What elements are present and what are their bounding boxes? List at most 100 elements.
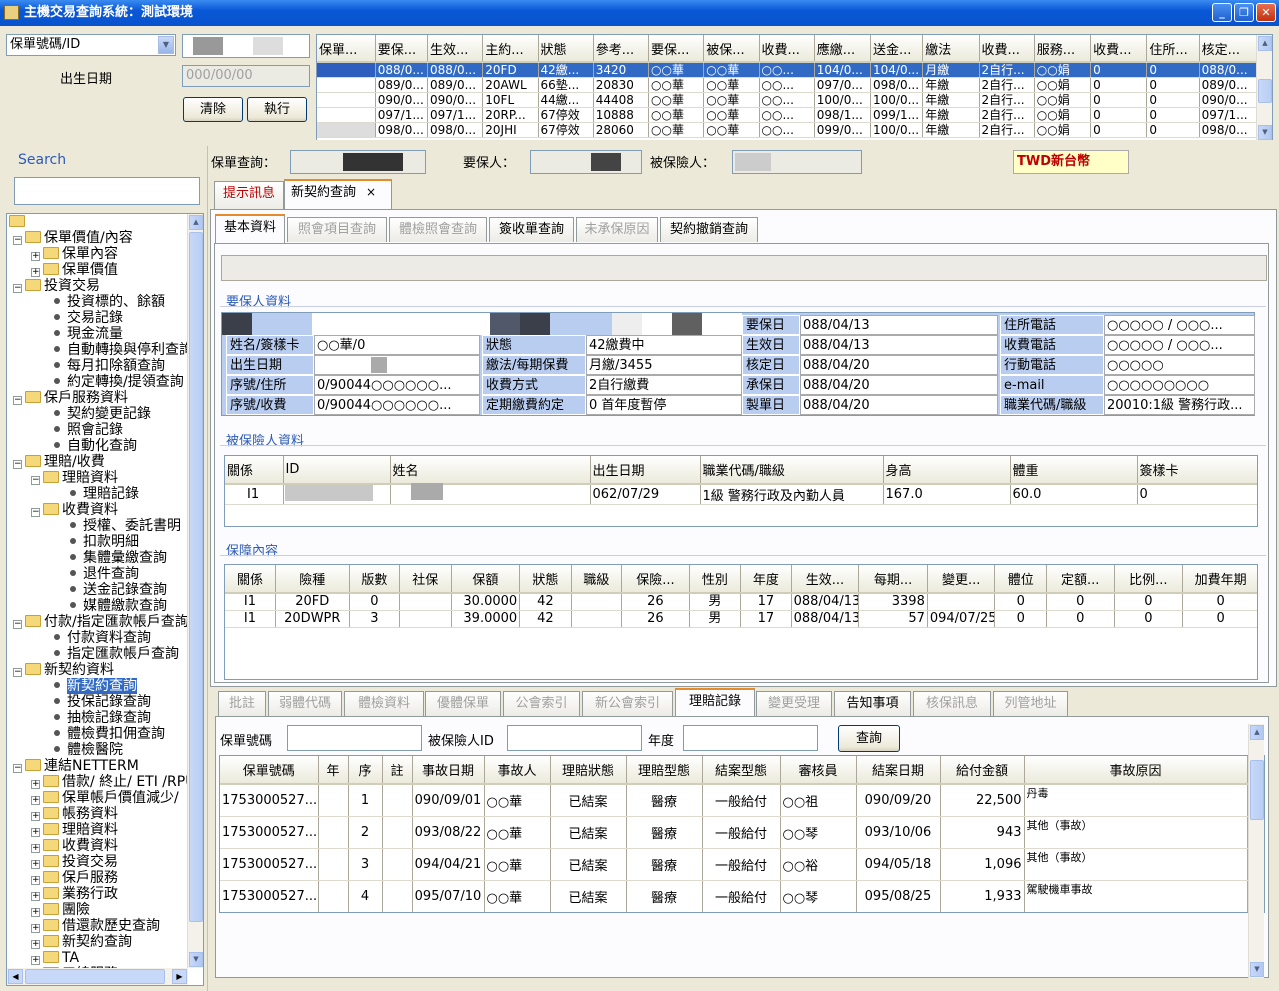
column-header[interactable]: 體位 bbox=[994, 565, 1047, 594]
scroll-thumb[interactable] bbox=[1250, 760, 1264, 820]
table-row[interactable]: 1753000527... 1 090/09/01 ○○華 已結案 醫療 一般給付 ○○祖 09… bbox=[220, 784, 1248, 817]
table-row[interactable]: 089/0... 089/0... 20AWL 66墊... 20830 ○○華 ○○華 ○○… bbox=[317, 77, 1258, 93]
tab-notice[interactable]: 提示訊息 bbox=[214, 181, 284, 210]
expand-icon[interactable]: + bbox=[31, 780, 40, 789]
tree-node[interactable]: + 投資交易 bbox=[31, 854, 118, 870]
column-header[interactable]: 年 bbox=[318, 756, 349, 785]
search-keyword-input[interactable] bbox=[182, 34, 310, 58]
splitter[interactable] bbox=[316, 140, 1273, 144]
expand-icon[interactable]: + bbox=[31, 908, 40, 917]
tree-node[interactable]: 契約變更記錄 bbox=[49, 406, 151, 422]
collapse-icon[interactable]: − bbox=[13, 460, 22, 469]
expand-icon[interactable]: + bbox=[31, 812, 40, 821]
column-header[interactable]: 保險... bbox=[621, 565, 690, 594]
column-header[interactable]: 生效... bbox=[427, 35, 484, 63]
expand-icon[interactable]: + bbox=[31, 796, 40, 805]
tree-node[interactable]: 現金流量 bbox=[49, 326, 123, 342]
column-header[interactable]: 事故原因 bbox=[1024, 756, 1248, 785]
tree-node[interactable]: 新契約查詢 bbox=[49, 678, 137, 694]
execute-button[interactable]: 執行 bbox=[247, 97, 307, 122]
tree-node[interactable]: 送金記錄查詢 bbox=[65, 582, 167, 598]
tab-lower-1[interactable]: 弱體代碼 bbox=[268, 691, 342, 716]
claims-scrollbar[interactable]: ▲ ▼ bbox=[1248, 724, 1264, 978]
tree-node[interactable]: 退件查詢 bbox=[65, 566, 139, 582]
scroll-up-icon[interactable]: ▲ bbox=[189, 215, 203, 230]
column-header[interactable]: 姓名 bbox=[390, 456, 591, 485]
tab-basic[interactable]: 基本資料 bbox=[215, 214, 285, 244]
tree-node[interactable]: − 保單價值/內容 bbox=[13, 230, 133, 246]
column-header[interactable]: 結案日期 bbox=[856, 756, 941, 785]
tab-close-icon[interactable]: × bbox=[366, 185, 376, 199]
scroll-up-icon[interactable]: ▲ bbox=[1250, 725, 1264, 740]
collapse-icon[interactable]: − bbox=[13, 764, 22, 773]
expand-icon[interactable]: + bbox=[31, 844, 40, 853]
tab-lower-7[interactable]: 變更受理 bbox=[756, 691, 832, 716]
tree-node[interactable]: + 保單帳戶價值減少/ bbox=[31, 790, 179, 806]
tab-not-accepted[interactable]: 未承保原因 bbox=[576, 217, 658, 242]
column-header[interactable]: 序 bbox=[348, 756, 383, 785]
expand-icon[interactable]: + bbox=[31, 892, 40, 901]
column-header[interactable]: 性別 bbox=[689, 565, 742, 594]
tree-node[interactable]: 體檢醫院 bbox=[49, 742, 123, 758]
tree-node[interactable]: + 團險 bbox=[31, 902, 90, 918]
tab-lower-0[interactable]: 批註 bbox=[218, 691, 266, 716]
column-header[interactable]: 變更... bbox=[927, 565, 996, 594]
nav-tree-scrollbar[interactable]: ▲ ▼ bbox=[187, 214, 203, 968]
column-header[interactable]: 保單... bbox=[317, 35, 376, 63]
tree-node[interactable]: 自動化查詢 bbox=[49, 438, 137, 454]
column-header[interactable]: 審核員 bbox=[780, 756, 857, 785]
scroll-down-icon[interactable]: ▼ bbox=[1250, 962, 1264, 977]
search-field-select[interactable]: 保單號碼/ID ▼ bbox=[6, 34, 176, 56]
column-header[interactable]: 保額 bbox=[451, 565, 521, 594]
tab-query-items[interactable]: 照會項目查詢 bbox=[287, 217, 387, 242]
claims-insured-input[interactable] bbox=[507, 725, 642, 751]
tab-lower-2[interactable]: 體檢資料 bbox=[344, 691, 424, 716]
column-header[interactable]: 關係 bbox=[225, 565, 276, 594]
nav-search-input[interactable] bbox=[14, 177, 200, 205]
table-row[interactable]: 097/1... 097/1... 20RP... 67停效 10888 ○○華 ○○華 ○○… bbox=[317, 107, 1258, 123]
claims-year-input[interactable] bbox=[683, 725, 818, 751]
expand-icon[interactable]: + bbox=[31, 956, 40, 965]
collapse-icon[interactable]: − bbox=[13, 668, 22, 677]
expand-icon[interactable]: + bbox=[31, 252, 40, 261]
tab-revoke[interactable]: 契約撤銷查詢 bbox=[660, 217, 758, 242]
column-header[interactable]: 關係 bbox=[225, 456, 284, 485]
column-header[interactable]: 定額... bbox=[1046, 565, 1115, 594]
tree-node[interactable]: + 理賠資料 bbox=[31, 822, 118, 838]
tree-node[interactable]: 抽檢記錄查詢 bbox=[49, 710, 151, 726]
tree-node[interactable]: 自動轉換與停利查詢 bbox=[49, 342, 193, 358]
tree-root-folder[interactable] bbox=[9, 214, 28, 230]
tab-lower-4[interactable]: 公會索引 bbox=[503, 691, 580, 716]
column-header[interactable]: 社保 bbox=[399, 565, 452, 594]
collapse-icon[interactable]: − bbox=[31, 508, 40, 517]
tab-medical-query[interactable]: 體檢照會查詢 bbox=[389, 217, 487, 242]
tree-node[interactable]: 體檢費扣佣查詢 bbox=[49, 726, 165, 742]
expand-icon[interactable]: + bbox=[31, 940, 40, 949]
column-header[interactable]: 險種 bbox=[275, 565, 350, 594]
column-header[interactable]: 參考... bbox=[593, 35, 650, 63]
table-row[interactable]: 098/0... 098/0... 20JHI 67停效 28060 ○○華 ○○華 ○○..… bbox=[317, 122, 1258, 138]
column-header[interactable]: 簽樣卡 bbox=[1137, 456, 1257, 485]
column-header[interactable]: 給付金額 bbox=[940, 756, 1025, 785]
column-header[interactable]: 收費... bbox=[979, 35, 1035, 63]
table-row[interactable]: 090/0... 090/0... 10FL 44繳... 44408 ○○華 ○○華 ○○.… bbox=[317, 92, 1258, 108]
column-header[interactable]: 保單號碼 bbox=[220, 756, 319, 785]
column-header[interactable]: 比例... bbox=[1114, 565, 1184, 594]
tab-receipt[interactable]: 簽收單查詢 bbox=[489, 217, 574, 242]
scroll-thumb[interactable] bbox=[1258, 79, 1272, 103]
column-header[interactable]: 主約... bbox=[482, 35, 539, 63]
column-header[interactable]: 結案型態 bbox=[702, 756, 781, 785]
tree-node[interactable]: − 理賠資料 bbox=[31, 470, 118, 486]
tree-node[interactable]: + 保單內容 bbox=[31, 246, 118, 262]
tab-lower-3[interactable]: 優體保單 bbox=[425, 691, 501, 716]
table-row[interactable]: 1753000527... 3 094/04/21 ○○華 已結案 醫療 一般給付 ○○裕 09… bbox=[220, 848, 1248, 881]
column-header[interactable]: 生效... bbox=[791, 565, 860, 594]
tree-node[interactable]: − 理賠/收費 bbox=[13, 454, 105, 470]
column-header[interactable]: 住所... bbox=[1146, 35, 1200, 63]
tab-lower-10[interactable]: 列管地址 bbox=[993, 691, 1068, 716]
expand-icon[interactable]: + bbox=[31, 860, 40, 869]
tree-node[interactable]: + 保單價值 bbox=[31, 262, 118, 278]
tree-node[interactable]: 每月扣除額查詢 bbox=[49, 358, 165, 374]
chevron-down-icon[interactable]: ▼ bbox=[158, 36, 174, 54]
tree-node[interactable]: + 新契約查詢 bbox=[31, 934, 132, 950]
